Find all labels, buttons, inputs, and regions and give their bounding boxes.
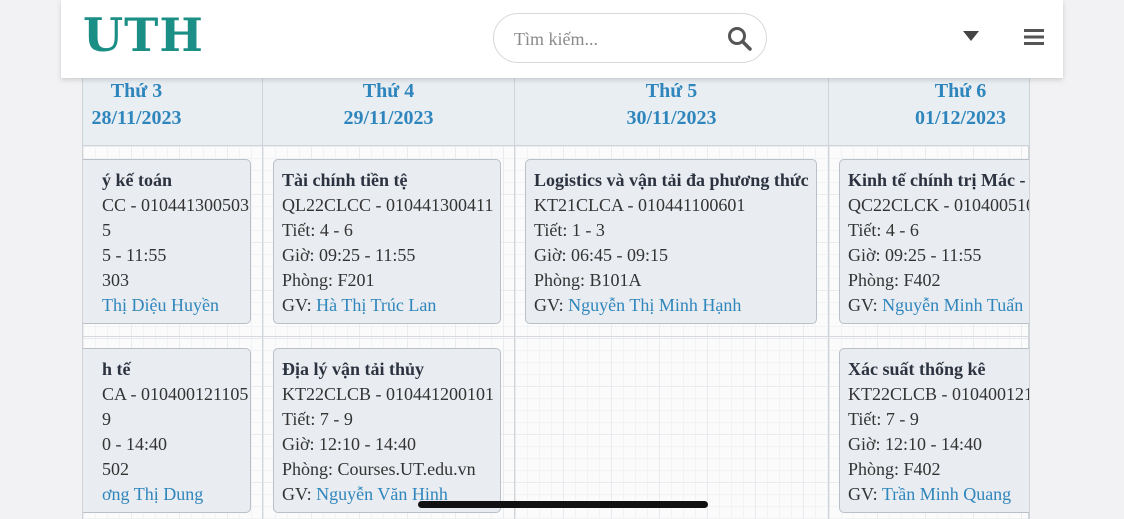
teacher-prefix: GV: xyxy=(534,295,569,315)
class-title: Địa lý vận tải thủy xyxy=(282,359,425,379)
teacher-link[interactable]: Nguyễn Thị Minh Hạnh xyxy=(568,295,741,315)
class-room: Phòng: F402 xyxy=(848,270,941,290)
class-room: 502 xyxy=(102,459,129,479)
class-time: 0 - 14:40 xyxy=(102,434,167,454)
session-divider xyxy=(83,336,1029,337)
class-title: h tế xyxy=(102,359,131,379)
class-room: Phòng: F402 xyxy=(848,459,941,479)
class-card[interactable]: ý kế toán CC - 010441300503 5 5 - 11:55 … xyxy=(83,159,251,324)
class-title: Kinh tế chính trị Mác - xyxy=(848,170,1026,190)
class-room: 303 xyxy=(102,270,129,290)
day-header: Thứ 3 28/11/2023 xyxy=(83,78,263,146)
class-card[interactable]: Logistics và vận tải đa phương thức KT21… xyxy=(525,159,817,324)
class-card[interactable]: Địa lý vận tải thủy KT22CLCB - 010441200… xyxy=(273,348,501,513)
day-name: Thứ 4 xyxy=(362,80,415,102)
teacher-link[interactable]: Trần Minh Quang xyxy=(882,484,1011,504)
class-code: CA - 010400121105 xyxy=(102,384,249,404)
class-time: Giờ: 12:10 - 14:40 xyxy=(282,434,417,454)
search-box[interactable] xyxy=(493,13,767,63)
class-card[interactable]: Kinh tế chính trị Mác - QC22CLCK - 01040… xyxy=(839,159,1030,324)
class-periods: Tiết: 1 - 3 xyxy=(534,220,605,240)
teacher-link[interactable]: Thị Diệu Huyền xyxy=(102,295,219,315)
home-indicator[interactable] xyxy=(418,501,708,508)
class-time: Giờ: 12:10 - 14:40 xyxy=(848,434,983,454)
day-date: 30/11/2023 xyxy=(626,107,717,129)
teacher-link[interactable]: ơng Thị Dung xyxy=(102,484,203,504)
class-time: Giờ: 09:25 - 11:55 xyxy=(848,245,982,265)
teacher-link[interactable]: Hà Thị Trúc Lan xyxy=(316,295,436,315)
class-code: QC22CLCK - 010400510 xyxy=(848,195,1030,215)
day-name: Thứ 6 xyxy=(934,80,987,102)
class-code: KT22CLCB - 010400121 xyxy=(848,384,1030,404)
class-room: Phòng: B101A xyxy=(534,270,642,290)
day-date: 29/11/2023 xyxy=(343,107,434,129)
hamburger-menu-icon[interactable] xyxy=(1024,28,1044,46)
uth-logo[interactable]: UTH xyxy=(83,8,204,62)
class-title: ý kế toán xyxy=(102,170,173,190)
day-header: Thứ 4 29/11/2023 xyxy=(263,78,515,146)
class-periods: Tiết: 7 - 9 xyxy=(848,409,919,429)
top-header: UTH xyxy=(61,0,1063,78)
class-periods: Tiết: 4 - 6 xyxy=(282,220,353,240)
teacher-prefix: GV: xyxy=(848,484,882,504)
teacher-prefix: GV: xyxy=(282,295,317,315)
day-name: Thứ 3 xyxy=(110,80,163,102)
class-code: KT21CLCA - 010441100601 xyxy=(534,195,746,215)
class-title: Logistics và vận tải đa phương thức xyxy=(534,170,809,190)
schedule-grid: Thứ 3 28/11/2023 Thứ 4 29/11/2023 Thứ 5 … xyxy=(82,78,1030,519)
class-time: Giờ: 09:25 - 11:55 xyxy=(282,245,416,265)
day-header: Thứ 6 01/12/2023 xyxy=(829,78,1029,146)
class-card[interactable]: Xác suất thống kê KT22CLCB - 010400121 T… xyxy=(839,348,1030,513)
teacher-prefix: GV: xyxy=(282,484,317,504)
day-date: 01/12/2023 xyxy=(914,107,1007,129)
teacher-link[interactable]: Nguyễn Minh Tuấn xyxy=(882,295,1023,315)
search-input[interactable] xyxy=(512,26,716,52)
class-title: Tài chính tiền tệ xyxy=(282,170,408,190)
class-card[interactable]: Tài chính tiền tệ QL22CLCC - 01044130041… xyxy=(273,159,501,324)
teacher-prefix: GV: xyxy=(848,295,883,315)
class-card[interactable]: h tế CA - 010400121105 9 0 - 14:40 502 ơ… xyxy=(83,348,251,513)
class-code: KT22CLCB - 010441200101 xyxy=(282,384,495,404)
class-code: QL22CLCC - 010441300411 xyxy=(282,195,494,215)
class-periods: Tiết: 7 - 9 xyxy=(282,409,353,429)
class-periods: 5 xyxy=(102,220,111,240)
day-date: 28/11/2023 xyxy=(91,107,182,129)
class-periods: Tiết: 4 - 6 xyxy=(848,220,919,240)
class-periods: 9 xyxy=(102,409,111,429)
class-time: 5 - 11:55 xyxy=(102,245,167,265)
class-title: Xác suất thống kê xyxy=(848,359,986,379)
day-header: Thứ 5 30/11/2023 xyxy=(515,78,829,146)
search-icon[interactable] xyxy=(726,25,754,53)
class-room: Phòng: Courses.UT.edu.vn xyxy=(282,459,476,479)
caret-down-icon[interactable] xyxy=(962,30,980,42)
day-name: Thứ 5 xyxy=(645,80,698,102)
class-room: Phòng: F201 xyxy=(282,270,375,290)
class-code: CC - 010441300503 xyxy=(102,195,250,215)
class-time: Giờ: 06:45 - 09:15 xyxy=(534,245,669,265)
